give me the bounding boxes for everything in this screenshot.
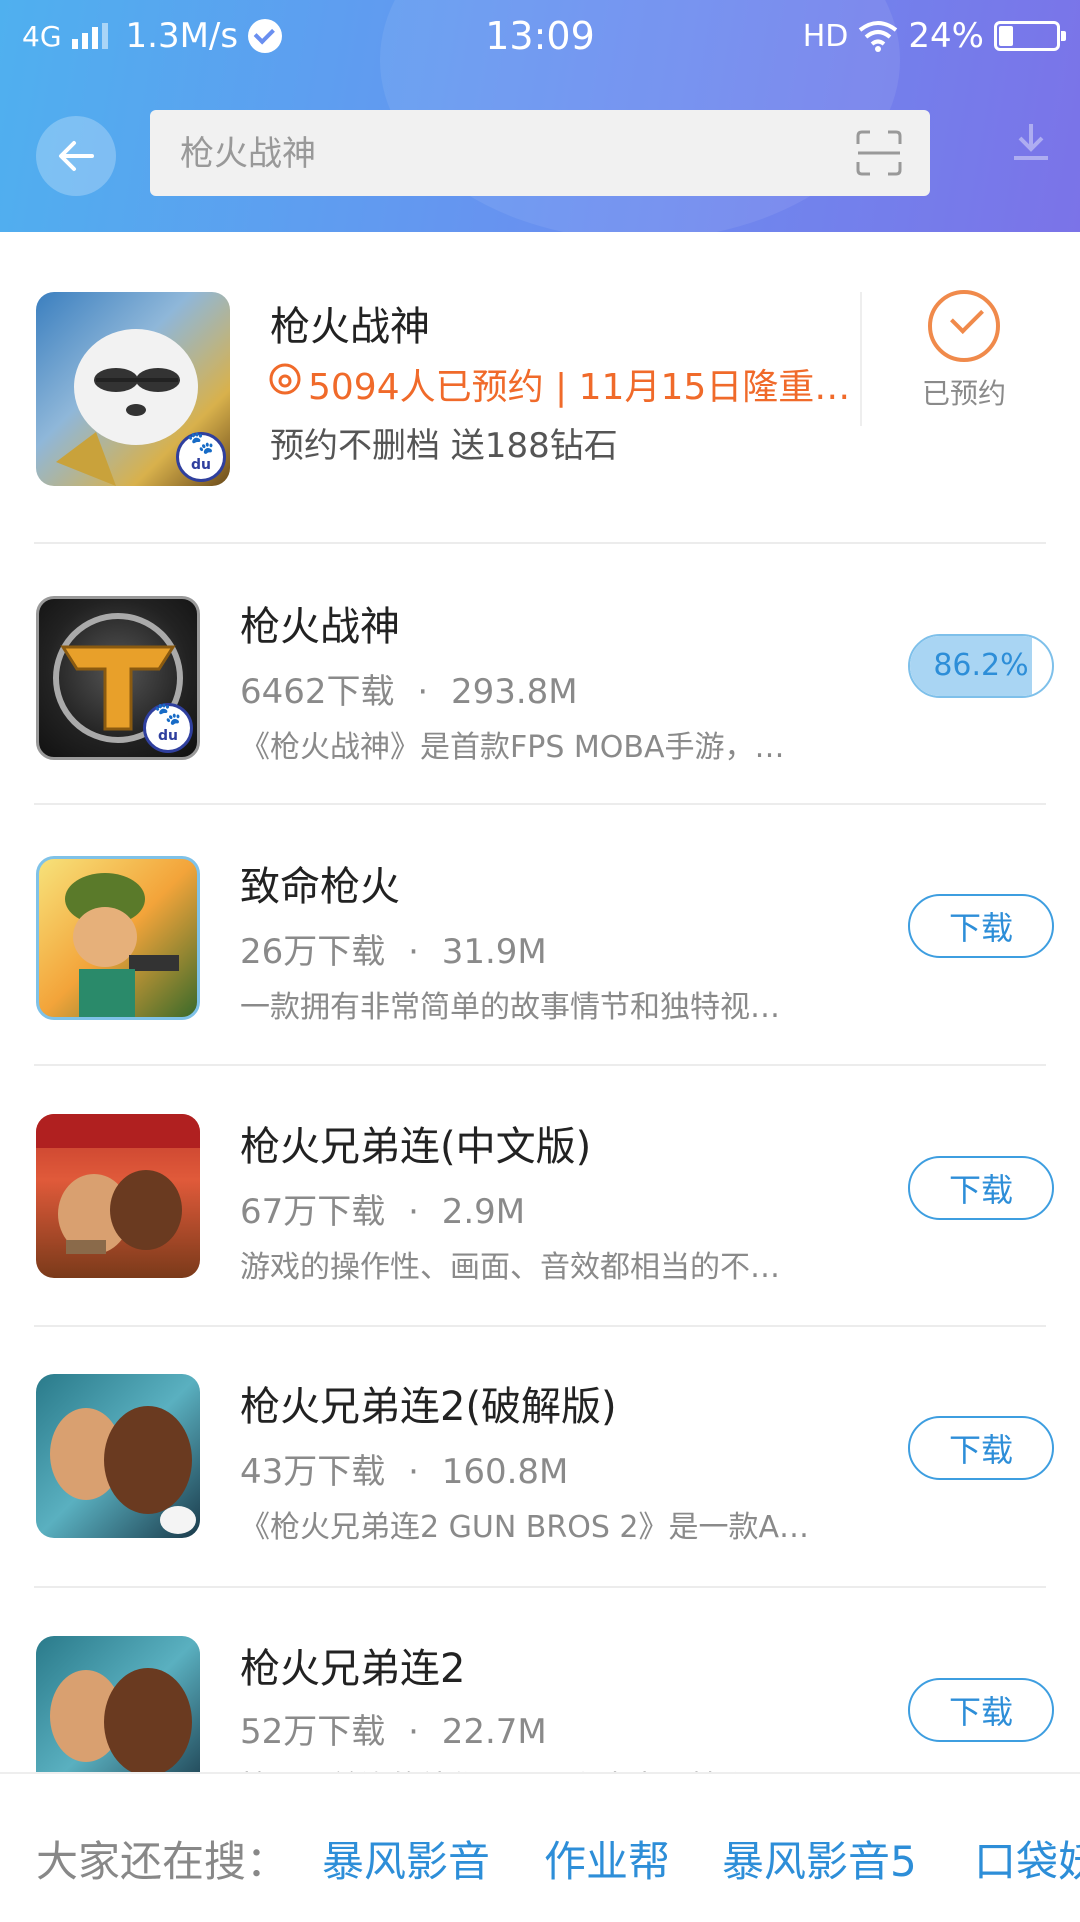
app-size: 293.8M [450,672,578,712]
soldier-character-icon [65,873,179,1017]
download-button[interactable]: 下载 [908,894,1054,958]
app-meta: 6462下载 · 293.8M [240,664,578,713]
meta-separator: · [408,1712,419,1752]
app-meta: 43万下载 · 160.8M [240,1444,568,1493]
suggestion-term[interactable]: 暴风影音5 [722,1828,917,1889]
app-icon[interactable] [36,1114,200,1278]
divider [34,1064,1046,1066]
featured-app-icon[interactable]: du [36,292,230,486]
checkmark-icon [928,290,1000,362]
app-size: 22.7M [441,1712,547,1752]
download-count: 6462下载 [240,672,395,712]
featured-title: 枪火战神 [270,304,430,350]
download-button[interactable]: 下载 [908,1416,1054,1480]
download-button[interactable]: 下载 [908,1156,1054,1220]
status-bar: 4G 1.3M/s 13:09 HD 24% [0,0,1080,76]
reserved-label: 已预约 [921,377,1006,410]
suggestion-term[interactable]: 口袋妖 [974,1828,1080,1889]
suggestion-term[interactable]: 暴风影音 [322,1828,490,1889]
app-icon[interactable] [36,1374,200,1538]
app-description: 《枪火兄弟连2 GUN BROS 2》是一款A… [240,1510,810,1545]
hd-indicator: HD [802,18,849,54]
app-title: 枪火兄弟连2(破解版) [240,1384,617,1430]
app-icon[interactable] [36,856,200,1020]
featured-subtitle: 预约不删档 送188钻石 [270,426,618,466]
bros-characters-icon [36,1114,200,1254]
vertical-divider [860,292,862,426]
progress-label: 86.2% [933,648,1029,683]
app-size: 160.8M [441,1452,569,1492]
back-button[interactable] [36,116,116,196]
app-title: 枪火兄弟连2 [240,1646,466,1692]
wifi-icon [859,21,898,52]
download-count: 52万下载 [240,1712,386,1752]
app-title: 枪火兄弟连(中文版) [240,1124,592,1170]
app-title: 枪火战神 [240,604,400,650]
divider [34,542,1046,544]
divider [34,1325,1046,1327]
suggestion-label: 大家还在搜： [36,1837,289,1886]
download-count: 26万下载 [240,932,386,972]
app-meta: 67万下载 · 2.9M [240,1184,525,1233]
battery-icon [994,21,1066,51]
meta-separator: · [408,932,419,972]
app-description: 《枪火战神》是首款FPS MOBA手游，… [240,730,785,765]
header: 4G 1.3M/s 13:09 HD 24% [0,0,1080,232]
search-box[interactable] [150,110,930,198]
bros-characters-icon [50,1406,196,1534]
reserve-clock-icon [269,363,301,395]
baidu-badge-icon: du [176,429,226,482]
meta-separator: · [408,1192,419,1232]
baidu-badge-icon: du [143,700,193,753]
suggestion-term[interactable]: 作业帮 [544,1828,670,1889]
download-manager-icon[interactable] [1006,118,1056,168]
search-input[interactable] [178,110,822,198]
download-button[interactable]: 下载 [908,1678,1054,1742]
scan-icon[interactable] [856,130,902,176]
app-meta: 26万下载 · 31.9M [240,924,547,973]
app-title: 致命枪火 [240,864,400,910]
arrow-left-icon [59,141,94,171]
download-progress-button[interactable]: 86.2% [908,634,1054,698]
suggestion-bar: 大家还在搜： 暴风影音 作业帮 暴风影音5 口袋妖 [0,1772,1080,1922]
app-size: 31.9M [441,932,547,972]
app-icon[interactable]: du [36,596,200,760]
meta-separator: · [408,1452,419,1492]
app-size: 2.9M [441,1192,526,1232]
app-description: 游戏的操作性、画面、音效都相当的不… [240,1250,780,1285]
download-count: 67万下载 [240,1192,386,1232]
battery-percent: 24% [908,16,984,56]
app-description: 一款拥有非常简单的故事情节和独特视… [240,990,780,1025]
divider [34,803,1046,805]
divider [34,1586,1046,1588]
reserved-button[interactable]: 已预约 [904,290,1024,412]
featured-promo: 5094人已预约 | 11月15日隆重… [308,367,851,408]
meta-separator: · [417,672,429,712]
download-count: 43万下载 [240,1452,386,1492]
app-meta: 52万下载 · 22.7M [240,1704,547,1753]
